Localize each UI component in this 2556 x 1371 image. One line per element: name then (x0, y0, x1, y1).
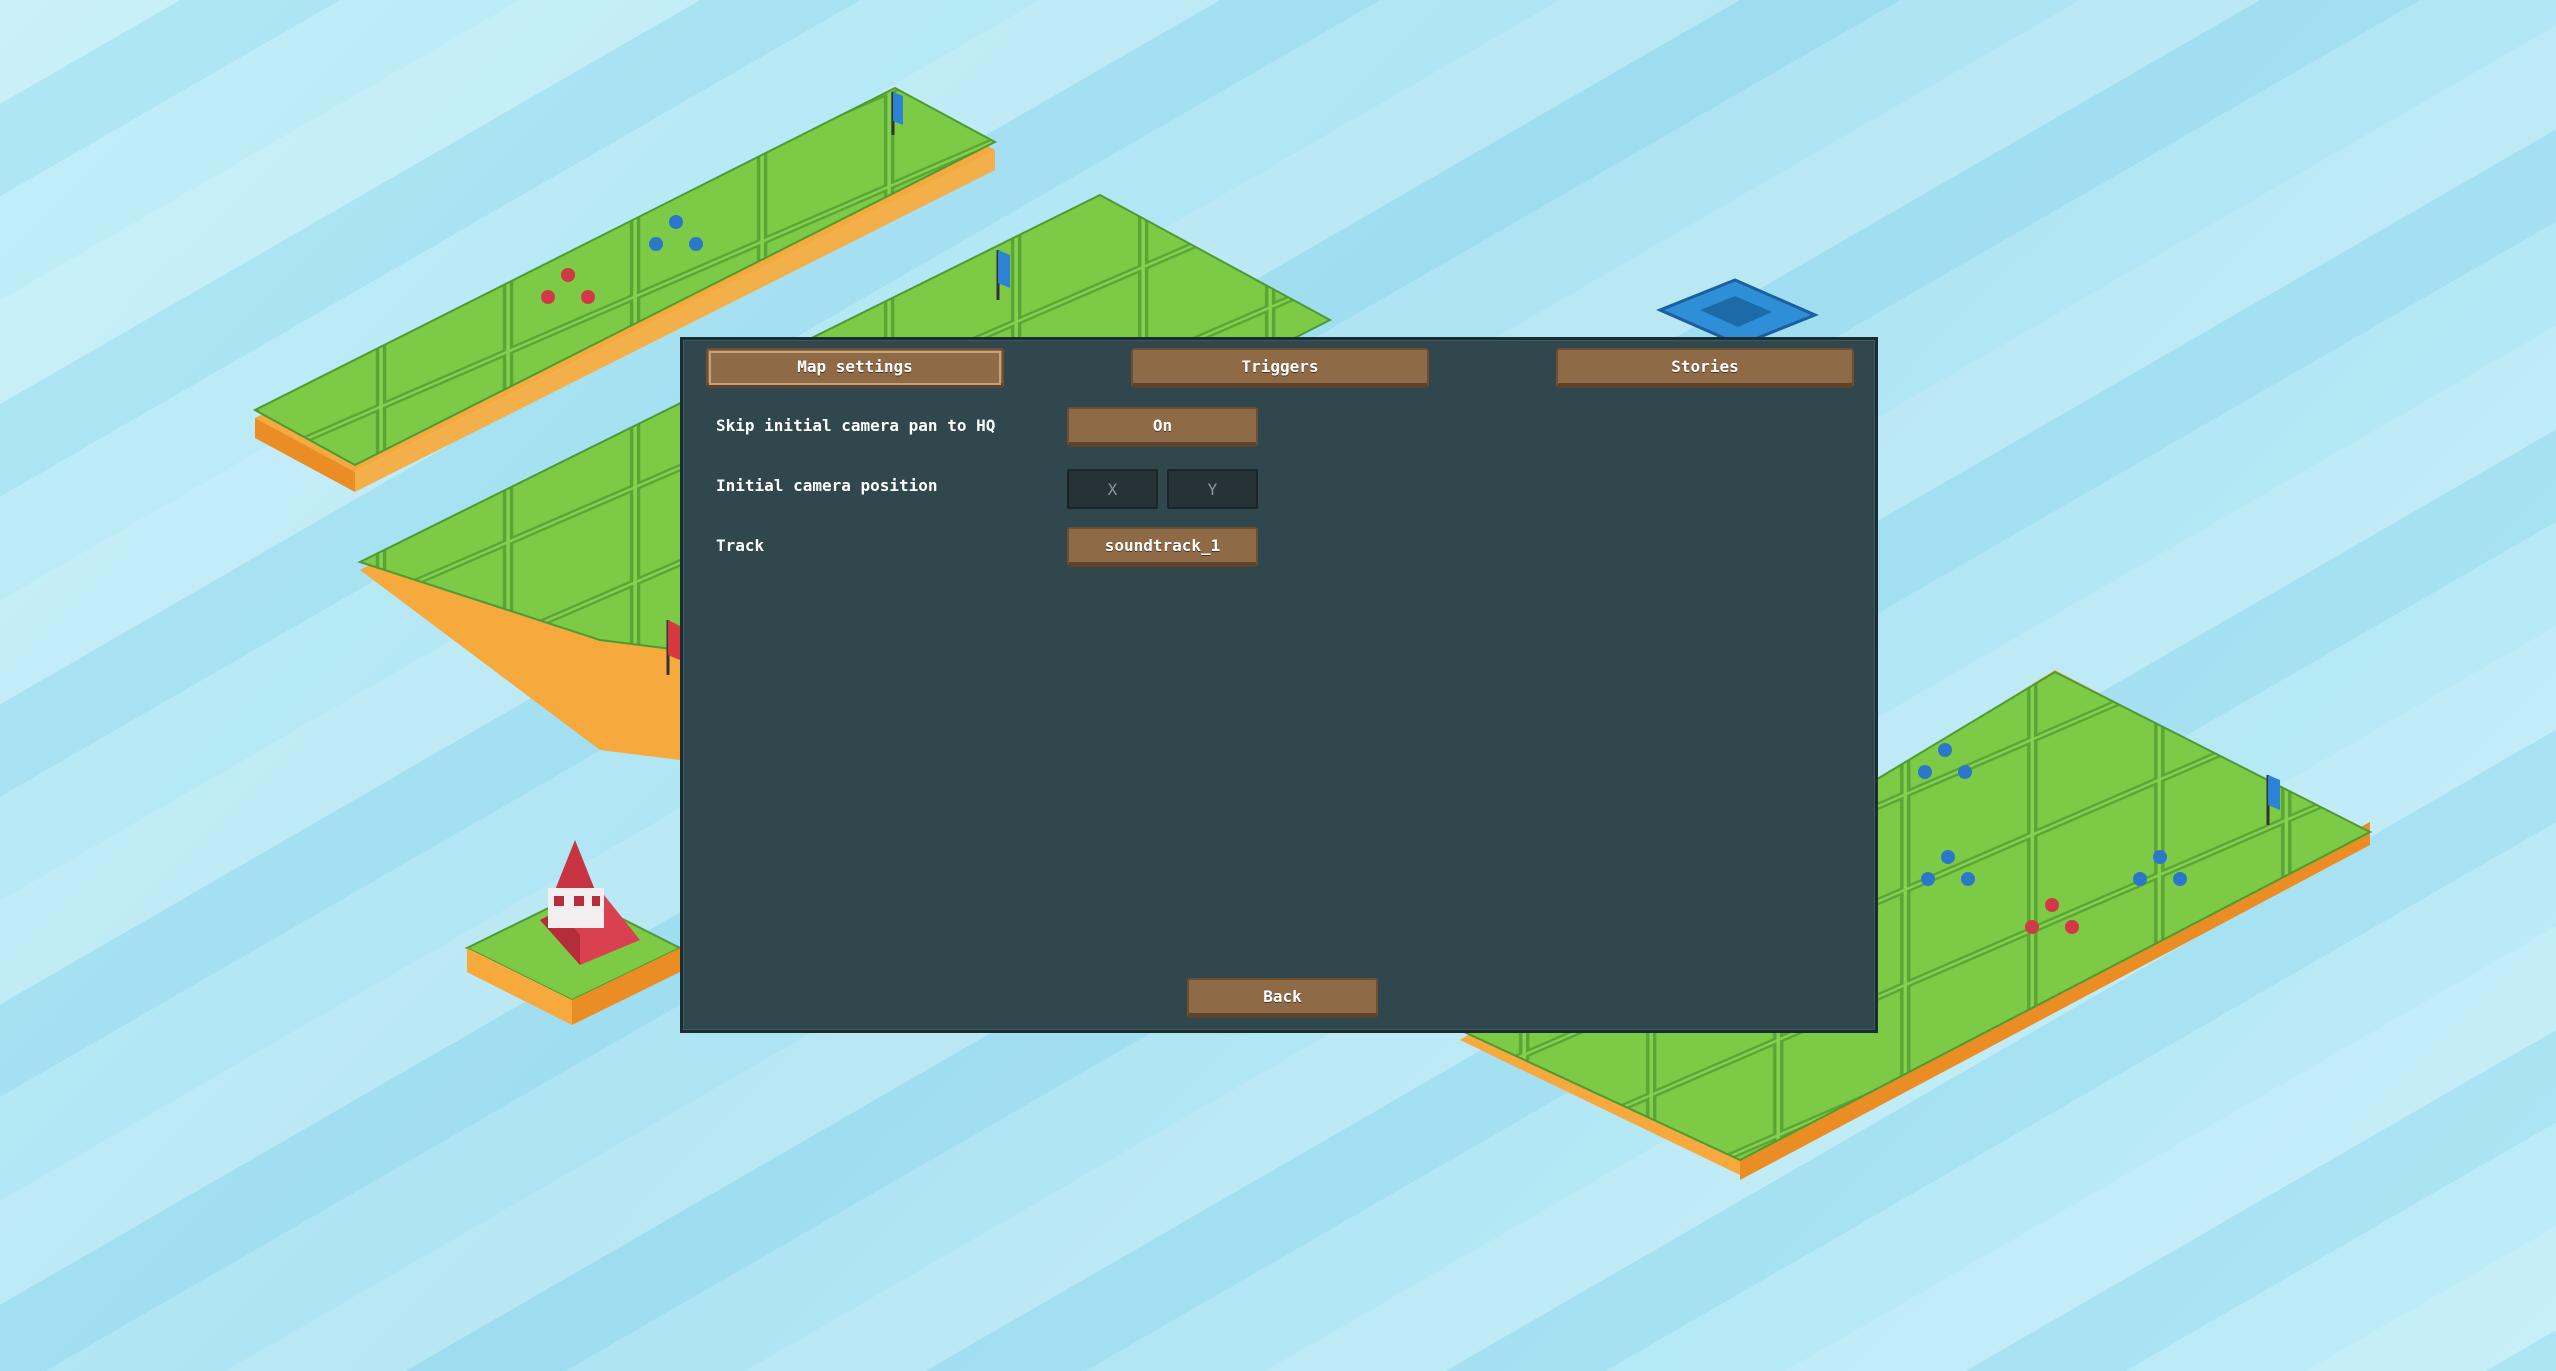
map-settings-dialog: Map settings Triggers Stories Skip initi… (680, 337, 1878, 1033)
blue-structure-icon (1656, 278, 1819, 347)
skip-camera-pan-label: Skip initial camera pan to HQ (716, 416, 996, 435)
tab-map-settings[interactable]: Map settings (706, 348, 1004, 388)
skip-camera-pan-toggle[interactable]: On (1067, 407, 1258, 447)
camera-position-label: Initial camera position (716, 476, 938, 495)
track-select-button[interactable]: soundtrack_1 (1067, 527, 1258, 567)
track-label: Track (716, 536, 765, 555)
camera-x-input[interactable] (1067, 469, 1158, 509)
camera-y-input[interactable] (1167, 469, 1258, 509)
tab-stories[interactable]: Stories (1556, 348, 1854, 388)
tab-triggers[interactable]: Triggers (1131, 348, 1429, 388)
back-button[interactable]: Back (1187, 978, 1378, 1018)
